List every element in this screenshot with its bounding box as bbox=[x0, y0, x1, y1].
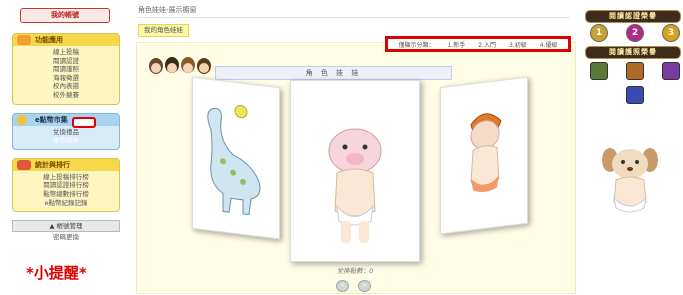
filter-label: 僅顯示分類： bbox=[398, 41, 435, 49]
panel-features-label: 功能應用 bbox=[35, 36, 63, 44]
panel-features: 功能應用 線上投稿 閱讀認證 閱讀護照 海報徵選 校內表揚 校外競賽 bbox=[12, 33, 120, 105]
dog-doll-icon bbox=[602, 148, 658, 213]
showcase-banner: 角 色 娃 娃 bbox=[215, 66, 452, 80]
menu-item-points-ranking[interactable]: 點幣總數排行榜 bbox=[13, 190, 119, 199]
menu-item-school-honors[interactable]: 校內表揚 bbox=[13, 82, 119, 91]
reading-passport-honors-header: 閱讀護照榮譽 bbox=[585, 46, 681, 59]
medal-icon: 1 bbox=[590, 24, 608, 42]
menu-item-redeem-gifts[interactable]: 兌換禮品 bbox=[13, 128, 119, 137]
panel-stats: 統計與排行 線上投稿排行榜 閱讀認證排行榜 點幣總數排行榜 e點幣紀錄記錄 bbox=[12, 157, 120, 213]
breadcrumb: 角色娃娃-展示櫥窗 bbox=[138, 6, 197, 14]
menu-item-certification-ranking[interactable]: 閱讀認證排行榜 bbox=[13, 181, 119, 190]
filter-option-beginner[interactable]: 2.入門 bbox=[478, 40, 496, 49]
menu-item-external-contest[interactable]: 校外競賽 bbox=[13, 91, 119, 100]
passport-badge-icon bbox=[590, 62, 608, 80]
breadcrumb-divider bbox=[138, 17, 570, 18]
my-account-heading[interactable]: 我的帳號 bbox=[20, 8, 110, 23]
panel-stats-label: 統計與排行 bbox=[35, 160, 70, 169]
passport-badge-icon bbox=[626, 62, 644, 80]
account-management-header[interactable]: ▲ 帳號管理 bbox=[12, 220, 120, 233]
menu-item-reading-passport[interactable]: 閱讀護照 bbox=[13, 65, 119, 74]
passport-badge-icon bbox=[662, 62, 680, 80]
pencil-book-icon bbox=[17, 35, 31, 45]
pig-doll-icon bbox=[328, 128, 382, 243]
panel-stats-title: 統計與排行 bbox=[13, 158, 119, 171]
medal-icon: 3 bbox=[662, 24, 680, 42]
panel-market: e點幣市集 兌換禮品 角色娃娃 bbox=[12, 112, 120, 150]
chart-icon bbox=[17, 159, 31, 170]
next-button[interactable]: > bbox=[358, 280, 371, 292]
menu-item-points-record[interactable]: e點幣紀錄記錄 bbox=[13, 199, 119, 208]
kids-illustration bbox=[149, 57, 211, 74]
doll-card-bird[interactable] bbox=[440, 76, 528, 235]
sidebar: 我的帳號 功能應用 線上投稿 閱讀認證 閱讀護照 海報徵選 校內表揚 校外競賽 … bbox=[12, 8, 120, 243]
tip-label: *小提醒* bbox=[26, 264, 87, 282]
filter-option-novice[interactable]: 1.新手 bbox=[448, 40, 466, 49]
panel-features-title: 功能應用 bbox=[13, 34, 119, 46]
panel-market-label: e點幣市集 bbox=[35, 115, 68, 124]
doll-card-pig[interactable] bbox=[290, 80, 420, 262]
panel-market-title: e點幣市集 bbox=[13, 113, 119, 126]
menu-item-character-dolls[interactable]: 角色娃娃 bbox=[13, 136, 119, 145]
dinosaur-doll-icon bbox=[207, 105, 261, 216]
filter-option-elementary[interactable]: 3.初級 bbox=[509, 40, 527, 49]
reading-certification-honors-header: 閱讀認證榮譽 bbox=[585, 10, 681, 23]
menu-item-reading-certification[interactable]: 閱讀認證 bbox=[13, 57, 119, 66]
prev-button[interactable]: < bbox=[336, 280, 349, 292]
section-tag-my-dolls: 我的角色娃娃 bbox=[138, 24, 189, 37]
passport-badge-icon bbox=[626, 86, 644, 104]
account-management: ▲ 帳號管理 密碼更換 bbox=[12, 220, 120, 243]
category-filter: 僅顯示分類： 1.新手 2.入門 3.初級 4.優級 bbox=[385, 36, 571, 52]
points-counter: 兌換點數：0 bbox=[336, 267, 374, 275]
coin-icon bbox=[17, 114, 27, 125]
doll-card-dinosaur[interactable] bbox=[192, 76, 280, 240]
change-password-link[interactable]: 密碼更換 bbox=[12, 232, 120, 243]
highlight-character-dolls bbox=[72, 117, 96, 128]
menu-item-online-submission[interactable]: 線上投稿 bbox=[13, 48, 119, 57]
bird-doll-icon bbox=[470, 113, 502, 193]
filter-option-advanced[interactable]: 4.優級 bbox=[540, 40, 558, 49]
medal-icon: 2 bbox=[626, 24, 644, 42]
